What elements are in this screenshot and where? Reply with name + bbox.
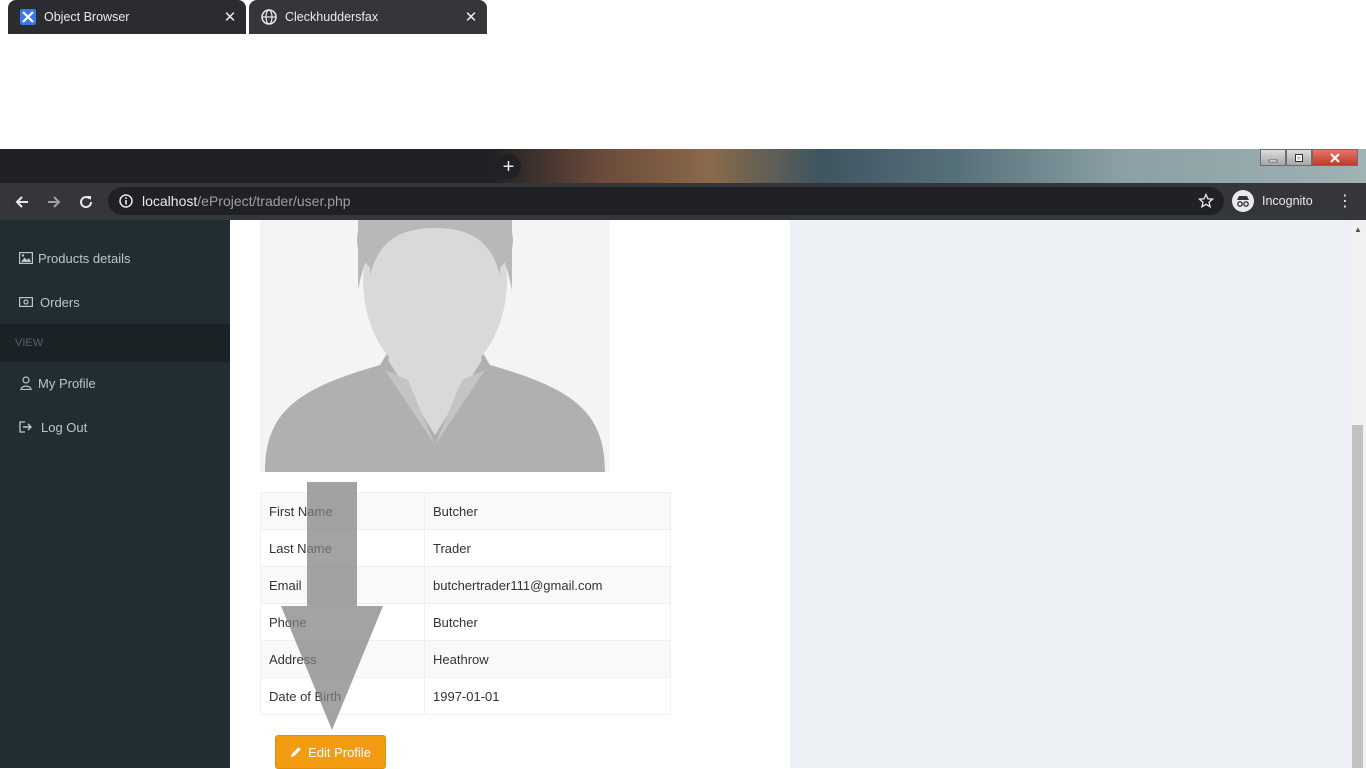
scroll-up-arrow-icon[interactable]: ▲ bbox=[1350, 222, 1366, 236]
field-label: First Name bbox=[260, 492, 425, 530]
incognito-label: Incognito bbox=[1262, 194, 1313, 208]
table-row: Address Heathrow bbox=[260, 640, 671, 678]
table-row: Last Name Trader bbox=[260, 529, 671, 567]
sidebar-item-label: Log Out bbox=[41, 419, 88, 435]
sidebar-item-label: Orders bbox=[40, 294, 80, 310]
forward-arrow-icon[interactable] bbox=[41, 189, 67, 215]
tab-object-browser[interactable]: Object Browser ✕ bbox=[8, 0, 246, 34]
url-host: localhost bbox=[142, 193, 198, 209]
sidebar-item-orders[interactable]: Orders bbox=[0, 280, 230, 324]
close-window-icon[interactable] bbox=[1312, 149, 1358, 166]
field-label: Phone bbox=[260, 603, 425, 641]
back-arrow-icon[interactable] bbox=[9, 189, 35, 215]
field-label: Date of Birth bbox=[260, 677, 425, 715]
field-value: Butcher bbox=[424, 492, 671, 530]
incognito-icon bbox=[1232, 190, 1254, 212]
object-browser-favicon-icon bbox=[20, 9, 36, 25]
pencil-icon bbox=[290, 746, 302, 758]
profile-avatar bbox=[260, 220, 610, 472]
user-icon bbox=[18, 375, 34, 391]
incognito-profile[interactable]: Incognito bbox=[1232, 189, 1313, 213]
field-label: Email bbox=[260, 566, 425, 604]
table-row: Email butchertrader111@gmail.com bbox=[260, 566, 671, 604]
sidebar: Products details Orders VIEW My Profile … bbox=[0, 220, 230, 768]
field-label: Last Name bbox=[260, 529, 425, 567]
scrollbar-thumb[interactable] bbox=[1352, 425, 1363, 768]
sidebar-item-my-profile[interactable]: My Profile bbox=[0, 361, 230, 405]
field-value: Butcher bbox=[424, 603, 671, 641]
minimize-icon[interactable] bbox=[1260, 149, 1286, 166]
browser-menu-icon[interactable]: ⋮ bbox=[1336, 190, 1354, 212]
table-row: Phone Butcher bbox=[260, 603, 671, 641]
sidebar-item-label: Products details bbox=[38, 250, 131, 266]
field-label: Address bbox=[260, 640, 425, 678]
edit-profile-label: Edit Profile bbox=[308, 744, 371, 760]
profile-table: First Name Butcher Last Name Trader Emai… bbox=[260, 492, 671, 715]
field-value: butchertrader111@gmail.com bbox=[424, 566, 671, 604]
content-background bbox=[790, 220, 1350, 768]
edit-profile-button[interactable]: Edit Profile bbox=[275, 735, 386, 769]
bookmark-star-icon[interactable] bbox=[1197, 192, 1215, 209]
money-icon bbox=[18, 294, 34, 310]
info-icon[interactable] bbox=[118, 193, 134, 209]
field-value: Trader bbox=[424, 529, 671, 567]
browser-tabstrip bbox=[0, 149, 1366, 183]
table-row: Date of Birth 1997-01-01 bbox=[260, 677, 671, 715]
sidebar-section-header: VIEW bbox=[0, 324, 230, 362]
reload-icon[interactable] bbox=[73, 189, 99, 215]
sidebar-item-label: My Profile bbox=[38, 375, 96, 391]
restore-icon[interactable] bbox=[1286, 149, 1312, 166]
tab-cleckhuddersfax[interactable]: Cleckhuddersfax ✕ bbox=[249, 0, 487, 34]
address-bar[interactable]: localhost/eProject/trader/user.php bbox=[108, 187, 1224, 215]
url-text: localhost/eProject/trader/user.php bbox=[142, 193, 351, 209]
sidebar-item-log-out[interactable]: Log Out bbox=[0, 405, 230, 449]
image-icon bbox=[18, 250, 34, 266]
close-tab-icon[interactable]: ✕ bbox=[461, 7, 481, 27]
globe-icon bbox=[261, 9, 277, 25]
url-path: /eProject/trader/user.php bbox=[197, 193, 351, 209]
tab-title: Cleckhuddersfax bbox=[285, 10, 379, 24]
field-value: Heathrow bbox=[424, 640, 671, 678]
sign-out-icon bbox=[18, 419, 34, 435]
table-row: First Name Butcher bbox=[260, 492, 671, 530]
new-tab-button[interactable]: + bbox=[496, 154, 521, 179]
close-tab-icon[interactable]: ✕ bbox=[220, 7, 240, 27]
field-value: 1997-01-01 bbox=[424, 677, 671, 715]
tab-title: Object Browser bbox=[44, 10, 130, 24]
window-controls bbox=[1260, 149, 1358, 167]
sidebar-item-products-details[interactable]: Products details bbox=[0, 236, 230, 280]
